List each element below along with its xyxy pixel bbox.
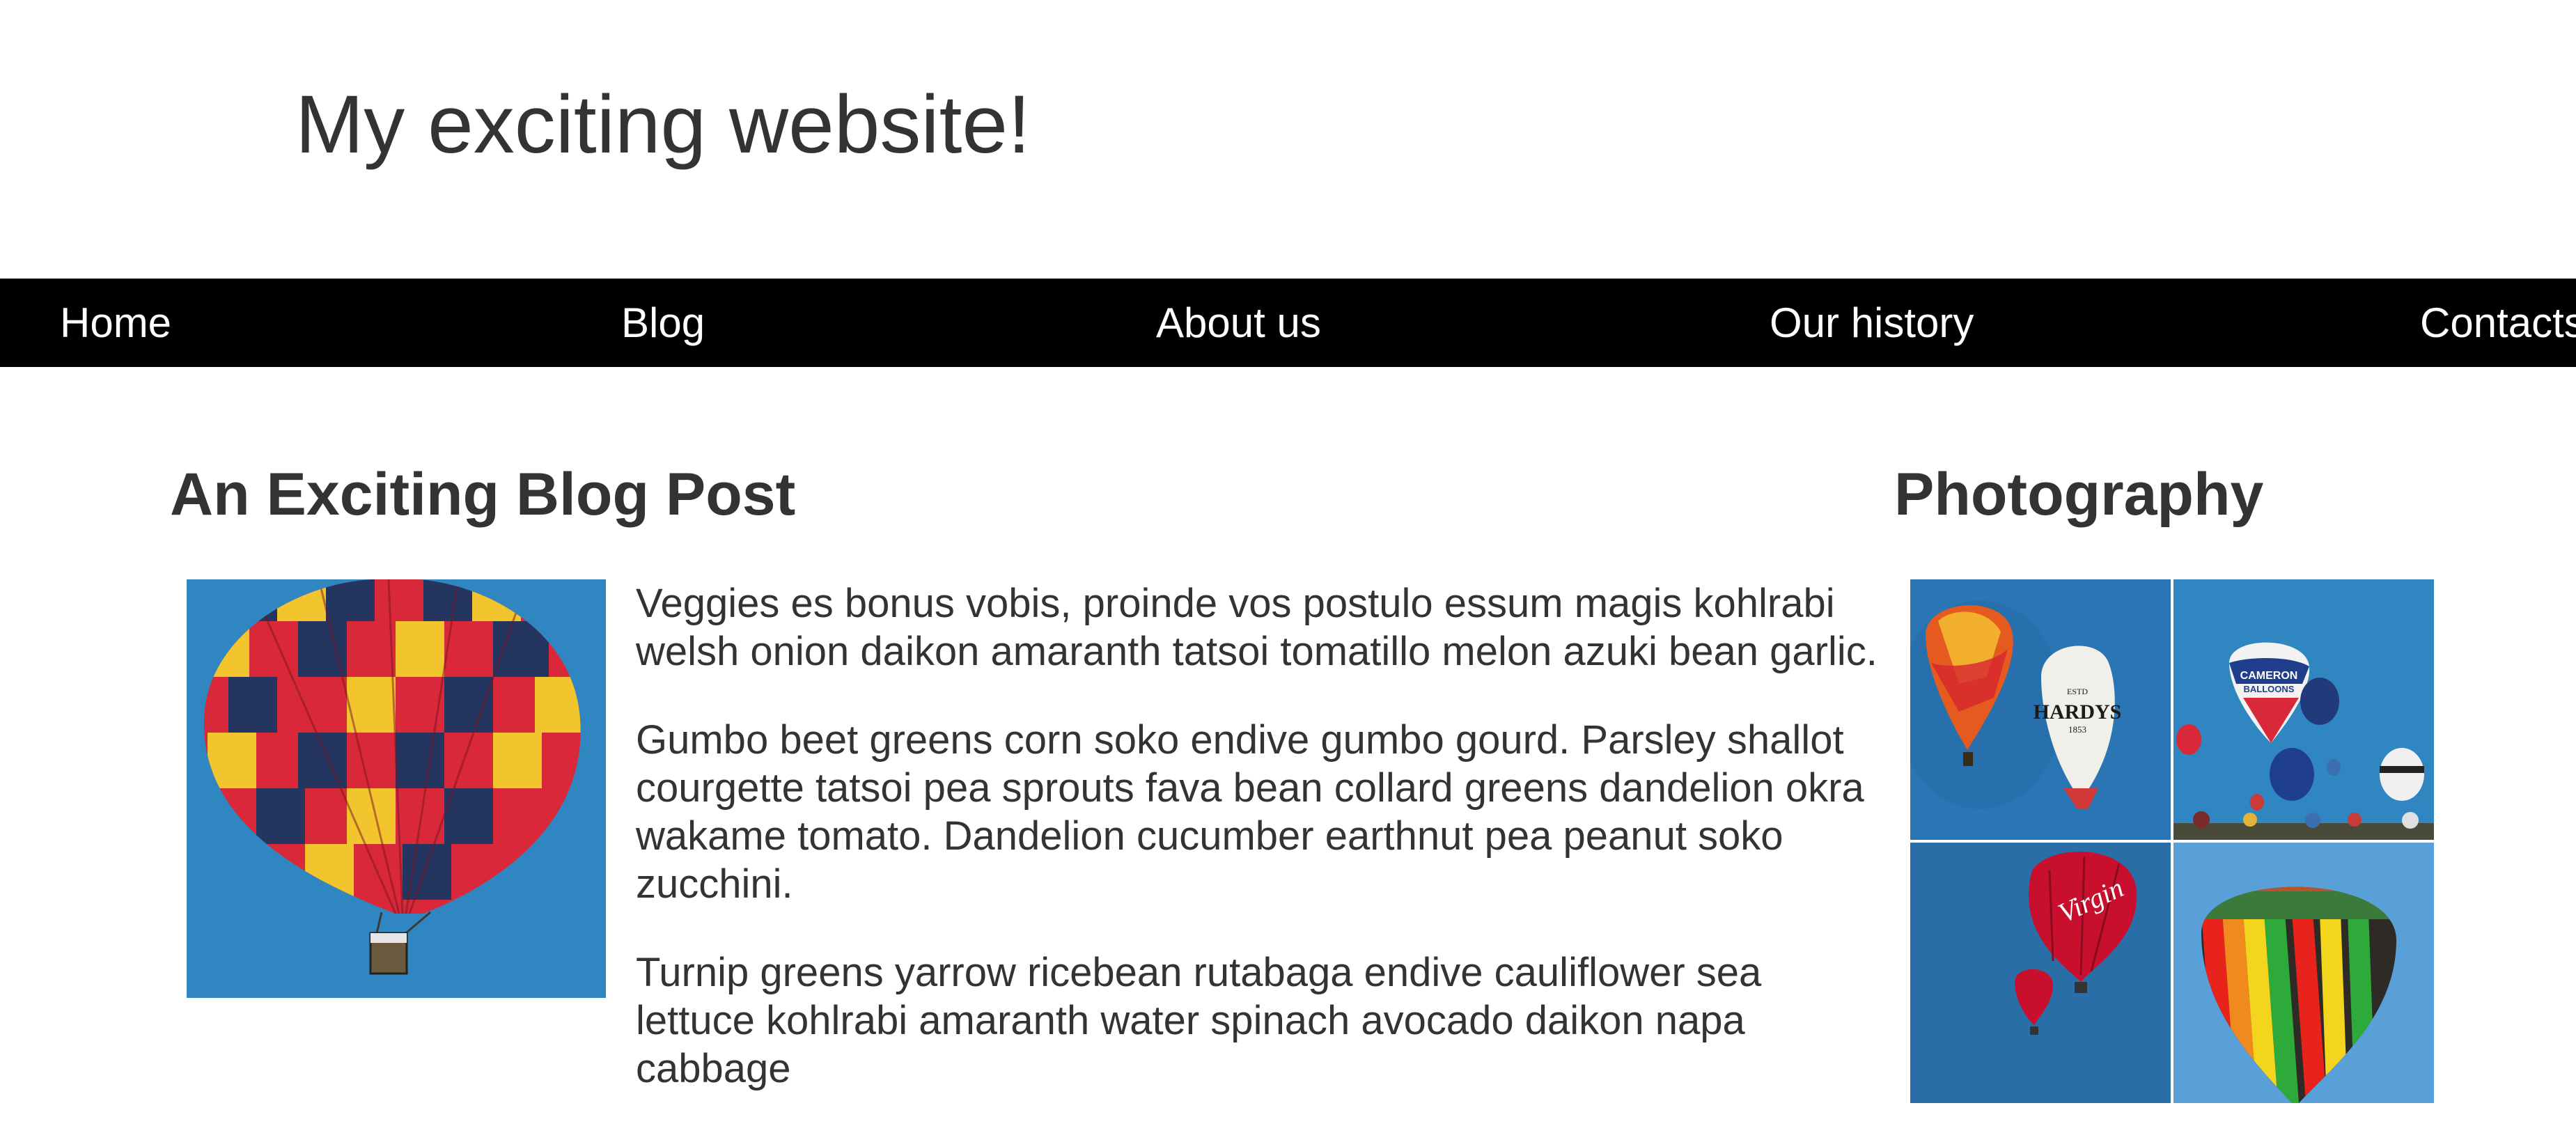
post-paragraph: Veggies es bonus vobis, proinde vos post…: [636, 581, 1878, 674]
estd-text: ESTD: [2067, 687, 2088, 696]
main-nav: Home Blog About us Our history Contacts: [0, 279, 2576, 367]
nav-item-home[interactable]: Home: [60, 279, 171, 367]
rainbow-balloon-graphic: [2173, 843, 2434, 1103]
balloon-festival-graphic: CAMERON BALLOONS: [2173, 579, 2434, 840]
site-title: My exciting website!: [295, 79, 1031, 171]
hardys-text: HARDYS: [2034, 701, 2122, 724]
post-body: Veggies es bonus vobis, proinde vos post…: [636, 579, 1889, 1133]
post-paragraph: Gumbo beet greens corn soko endive gumbo…: [636, 717, 1864, 907]
photo-gallery: HARDYS ESTD 1853 CAMERON BALLOONS Virgin: [1910, 579, 2435, 1109]
year-text: 1853: [2068, 724, 2086, 735]
post-title: An Exciting Blog Post: [170, 461, 796, 528]
sidebar-title: Photography: [1894, 461, 2264, 528]
nav-item-our-history[interactable]: Our history: [1770, 279, 1974, 367]
cameron-text: CAMERON: [2240, 670, 2298, 682]
balloon-photo-graphic: HARDYS ESTD 1853: [1910, 579, 2171, 840]
post-paragraph: Turnip greens yarrow ricebean rutabaga e…: [636, 950, 1762, 1091]
gallery-photo-1[interactable]: HARDYS ESTD 1853: [1910, 579, 2171, 840]
virgin-balloon-graphic: Virgin: [1910, 843, 2171, 1103]
nav-item-about-us[interactable]: About us: [1156, 279, 1321, 367]
gallery-photo-4[interactable]: [2173, 843, 2434, 1103]
post-balloon-image: [187, 579, 606, 998]
balloons-text: BALLOONS: [2244, 684, 2295, 694]
gallery-photo-2[interactable]: CAMERON BALLOONS: [2173, 579, 2434, 840]
nav-item-blog[interactable]: Blog: [621, 279, 705, 367]
nav-item-contacts[interactable]: Contacts: [2420, 279, 2576, 367]
hot-air-balloon-graphic: [187, 579, 606, 998]
gallery-photo-3[interactable]: Virgin: [1910, 843, 2171, 1103]
